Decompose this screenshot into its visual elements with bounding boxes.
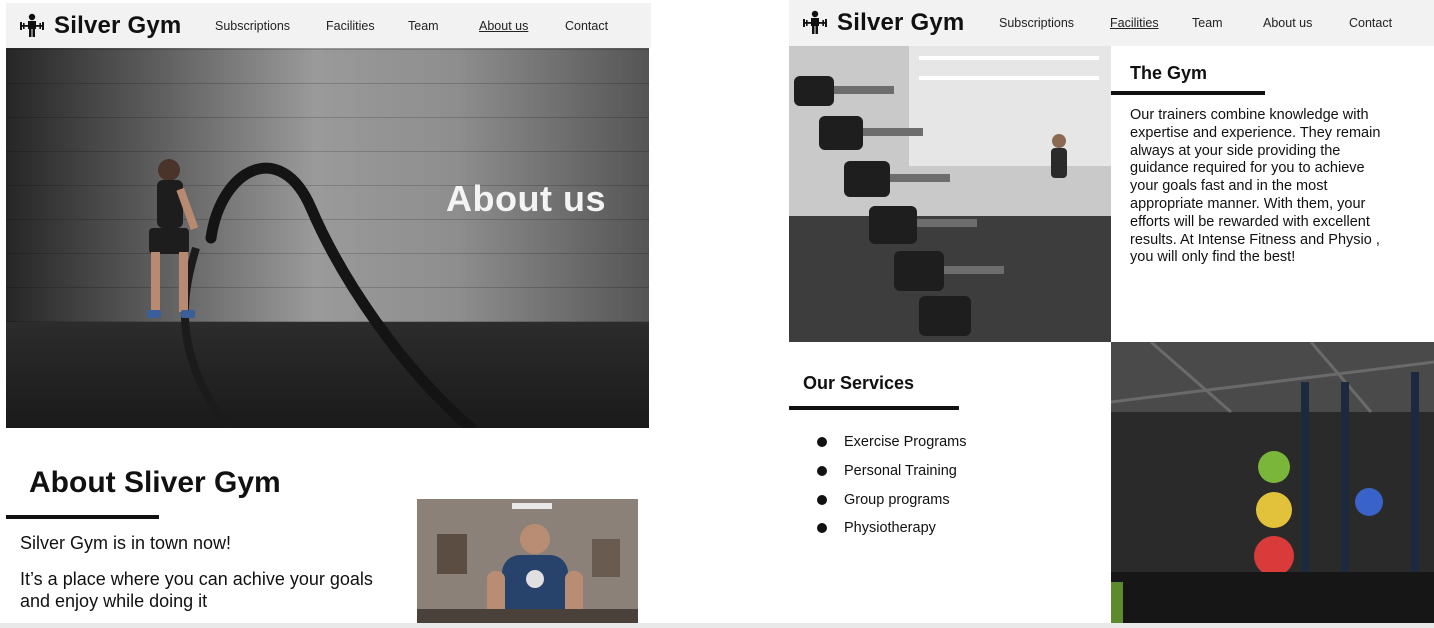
service-label: Group programs (844, 491, 950, 508)
bullet-icon (817, 523, 827, 534)
nav-link-about-us[interactable]: About us (479, 19, 528, 33)
about-paragraph-2: It’s a place where you can achive your g… (20, 569, 373, 611)
nav-links: Subscriptions Facilities Team About us C… (789, 0, 1434, 46)
top-navigation-bar: Silver Gym Subscriptions Facilities Team… (6, 3, 651, 48)
nav-links: Subscriptions Facilities Team About us C… (6, 3, 651, 48)
nav-link-facilities[interactable]: Facilities (1110, 16, 1159, 30)
nav-link-contact[interactable]: Contact (1349, 16, 1392, 30)
heading-underline (6, 515, 159, 519)
bullet-icon (817, 466, 827, 477)
the-gym-description: Our trainers combine knowledge with expe… (1130, 107, 1381, 266)
top-navigation-bar: Silver Gym Subscriptions Facilities Team… (789, 0, 1434, 46)
service-item: Exercise Programs (817, 428, 966, 457)
services-heading: Our Services (803, 373, 915, 393)
squat-rack-image (1111, 342, 1434, 628)
bottom-border (0, 623, 1434, 628)
service-item: Group programs (817, 485, 966, 514)
dumbbell-rack-photo (789, 46, 1111, 342)
about-heading: About Sliver Gym (29, 466, 281, 499)
bullet-icon (817, 437, 827, 448)
heading-underline (1111, 91, 1265, 95)
trainer-image (417, 499, 638, 628)
dumbbell-rack-image (789, 46, 1111, 342)
about-paragraph-1: Silver Gym is in town now! (20, 533, 232, 553)
bullet-icon (817, 494, 827, 505)
facilities-page: Silver Gym Subscriptions Facilities Team… (789, 0, 1434, 628)
nav-link-subscriptions[interactable]: Subscriptions (999, 16, 1074, 30)
service-item: Personal Training (817, 457, 966, 486)
nav-link-facilities[interactable]: Facilities (326, 19, 375, 33)
service-label: Physiotherapy (844, 520, 936, 537)
nav-link-contact[interactable]: Contact (565, 19, 608, 33)
services-list: Exercise Programs Personal Training Grou… (817, 428, 966, 543)
hero-title: About us (446, 178, 606, 219)
squat-rack-photo (1111, 342, 1434, 628)
the-gym-heading: The Gym (1130, 63, 1208, 83)
service-label: Exercise Programs (844, 434, 967, 451)
trainer-photo (417, 499, 638, 628)
nav-link-team[interactable]: Team (1192, 16, 1223, 30)
nav-link-subscriptions[interactable]: Subscriptions (215, 19, 290, 33)
service-item: Physiotherapy (817, 514, 966, 543)
heading-underline (789, 406, 959, 410)
nav-link-about-us[interactable]: About us (1263, 16, 1312, 30)
nav-link-team[interactable]: Team (408, 19, 439, 33)
service-label: Personal Training (844, 463, 957, 480)
hero-banner: About us (6, 48, 649, 428)
about-us-page: Silver Gym Subscriptions Facilities Team… (6, 0, 651, 628)
